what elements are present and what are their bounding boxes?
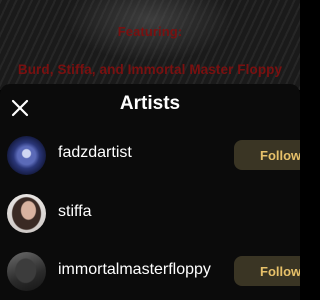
avatar[interactable] [7, 136, 46, 175]
artist-row-fadzdartist[interactable]: fadzdartist Follow [0, 130, 300, 188]
artist-list: fadzdartist Follow stiffa immortalmaster… [0, 130, 300, 300]
poster-featuring-label: Featuring: [117, 24, 183, 39]
follow-button[interactable]: Follow [234, 140, 300, 170]
sheet-title: Artists [119, 93, 181, 114]
avatar[interactable] [7, 194, 46, 233]
artist-name[interactable]: fadzdartist [58, 144, 132, 162]
background-poster: Featuring: Burd, Stiffa, and Immortal Ma… [0, 0, 300, 90]
follow-button[interactable]: Follow [234, 256, 300, 286]
poster-artists-line: Burd, Stiffa, and Immortal Master Floppy [17, 62, 283, 77]
artist-name[interactable]: immortalmasterfloppy [58, 261, 211, 279]
artists-sheet: Artists fadzdartist Follow stiffa immort… [0, 84, 300, 300]
artists-screen: Featuring: Burd, Stiffa, and Immortal Ma… [0, 0, 300, 300]
sheet-header: Artists [0, 84, 300, 124]
artist-row-stiffa[interactable]: stiffa [0, 188, 300, 246]
artist-name[interactable]: stiffa [58, 203, 92, 221]
avatar[interactable] [7, 252, 46, 291]
artist-row-immortalmasterfloppy[interactable]: immortalmasterfloppy Follow [0, 246, 300, 300]
